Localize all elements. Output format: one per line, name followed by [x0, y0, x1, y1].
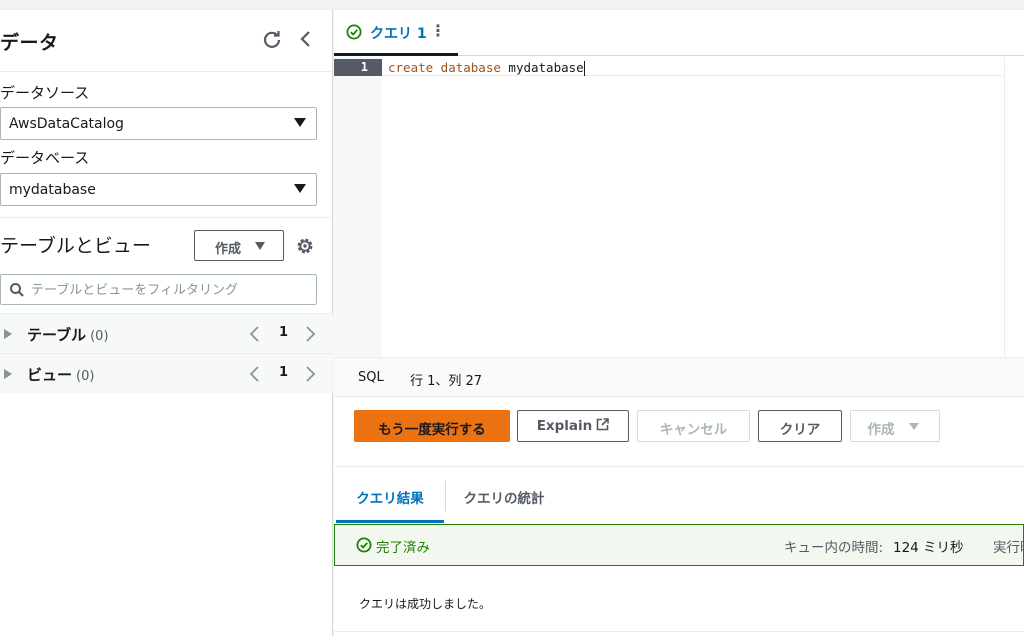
exec-time-label: 実行時	[993, 540, 1024, 556]
refresh-icon[interactable]	[261, 28, 283, 50]
explain-label-wrap: Explain	[518, 418, 628, 434]
clear-button[interactable]: クリア	[758, 410, 842, 442]
tab-query-1[interactable]: クエリ 1 ⋮	[334, 10, 458, 56]
language-indicator: SQL	[358, 370, 384, 385]
line-gutter: 1	[334, 57, 382, 357]
explain-label: Explain	[536, 418, 593, 434]
collapse-chevron-icon[interactable]	[295, 28, 317, 50]
cursor-position: 行 1、列 27	[410, 374, 483, 389]
editor-status-bar: SQL 行 1、列 27	[334, 357, 1024, 397]
views-count: (0)	[76, 369, 95, 384]
explain-button[interactable]: Explain	[517, 410, 629, 442]
query-tab-bar: クエリ 1 ⋮	[334, 10, 1024, 56]
cancel-button[interactable]: キャンセル	[637, 410, 750, 442]
settings-gear-icon[interactable]	[295, 236, 315, 256]
external-link-icon	[596, 418, 610, 431]
create-dropdown-button[interactable]: 作成	[194, 230, 284, 261]
tab-results-label: クエリ結果	[356, 491, 424, 507]
code-keywords: create database	[388, 60, 501, 75]
database-value: mydatabase	[9, 182, 96, 198]
tab-query-results[interactable]: クエリ結果	[336, 467, 444, 523]
check-circle-icon	[356, 537, 372, 553]
tab-stats-label: クエリの統計	[463, 491, 545, 507]
caret-down-icon	[909, 423, 919, 430]
page-number: 1	[279, 325, 289, 340]
panel-title: データ	[0, 32, 59, 54]
search-icon	[10, 283, 24, 297]
page-number: 1	[279, 365, 289, 380]
more-dots-icon[interactable]: ⋮	[430, 21, 446, 40]
views-node-label: ビュー	[27, 366, 73, 384]
caret-down-icon	[294, 118, 306, 127]
create-menu-button[interactable]: 作成	[850, 410, 940, 442]
data-panel-header: データ	[0, 10, 333, 72]
tab-query-stats[interactable]: クエリの統計	[446, 467, 562, 523]
caret-down-icon	[294, 184, 306, 193]
tab-label: クエリ 1	[370, 26, 427, 42]
caret-down-icon	[255, 242, 265, 250]
tree-row-tables: テーブル (0) 1	[0, 313, 333, 353]
tables-node[interactable]: テーブル (0)	[27, 324, 109, 345]
expand-caret-icon[interactable]	[4, 369, 12, 379]
top-strip	[0, 0, 1024, 10]
check-circle-icon	[346, 24, 362, 40]
run-again-label: もう一度実行する	[378, 422, 486, 438]
prev-page-icon[interactable]	[247, 365, 263, 383]
query-status-panel: 完了済み キュー内の時間: 124 ミリ秒 実行時	[334, 524, 1024, 566]
result-message: クエリは成功しました。	[359, 597, 492, 611]
tables-views-title: テーブルとビュー	[0, 235, 151, 257]
prev-page-icon[interactable]	[247, 325, 263, 343]
tree-row-views: ビュー (0) 1	[0, 353, 333, 393]
divider	[0, 217, 333, 218]
database-label: データベース	[0, 149, 90, 167]
code-identifier: mydatabase	[508, 60, 584, 75]
results-tabs: クエリ結果 クエリの統計	[334, 467, 1024, 523]
create-button-label: 作成	[215, 242, 242, 257]
print-margin	[1004, 57, 1005, 357]
next-page-icon[interactable]	[302, 365, 318, 383]
sql-editor[interactable]: 1 create database mydatabase	[334, 57, 1024, 357]
query-actions: もう一度実行する Explain キャンセル クリア 作成	[334, 397, 1024, 467]
expand-caret-icon[interactable]	[4, 329, 12, 339]
line-number: 1	[360, 60, 368, 74]
next-page-icon[interactable]	[302, 325, 318, 343]
cancel-label: キャンセル	[659, 422, 728, 438]
table-filter	[0, 274, 317, 305]
status-text: 完了済み	[376, 540, 430, 556]
data-panel: データ データソース AwsDataCatalog データベース mydatab…	[0, 10, 333, 636]
tables-count: (0)	[90, 329, 109, 344]
database-select[interactable]: mydatabase	[0, 173, 317, 206]
data-source-label: データソース	[0, 84, 90, 102]
data-source-value: AwsDataCatalog	[9, 116, 124, 132]
text-cursor	[583, 61, 585, 76]
filter-input[interactable]	[31, 279, 311, 301]
tables-node-label: テーブル	[27, 326, 87, 344]
query-editor-panel: クエリ 1 ⋮ 1 create database mydatabase SQL…	[334, 10, 1024, 636]
queue-time-value: 124 ミリ秒	[893, 540, 964, 556]
create-menu-label: 作成	[867, 422, 895, 438]
queue-time-label: キュー内の時間:	[784, 540, 884, 556]
data-source-select[interactable]: AwsDataCatalog	[0, 107, 317, 140]
code-line[interactable]: create database mydatabase	[382, 59, 1004, 76]
views-node[interactable]: ビュー (0)	[27, 364, 94, 385]
clear-label: クリア	[779, 422, 821, 438]
bottom-divider	[334, 631, 1024, 632]
run-again-button[interactable]: もう一度実行する	[354, 410, 510, 442]
